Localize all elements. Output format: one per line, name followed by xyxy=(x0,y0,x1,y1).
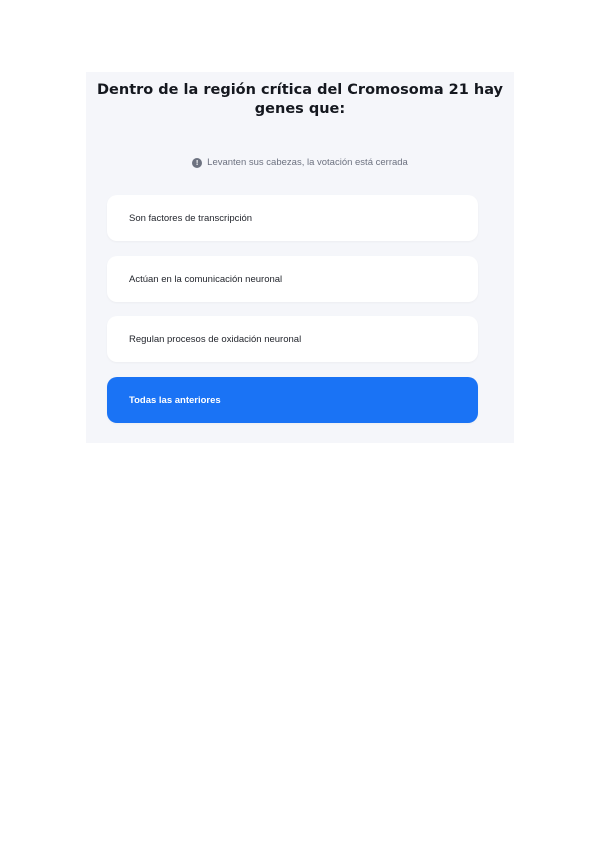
poll-option-2[interactable]: Actúan en la comunicación neuronal xyxy=(107,256,478,302)
poll-option-1[interactable]: Son factores de transcripción xyxy=(107,195,478,241)
poll-option-3[interactable]: Regulan procesos de oxidación neuronal xyxy=(107,316,478,362)
info-icon: ! xyxy=(192,157,203,168)
poll-option-label: Son factores de transcripción xyxy=(129,212,253,224)
poll-question: Dentro de la región crítica del Cromosom… xyxy=(97,82,503,117)
poll-status: ! Levanten sus cabezas, la votación está… xyxy=(86,157,514,168)
poll-option-label: Actúan en la comunicación neuronal xyxy=(129,273,283,285)
poll-option-4-selected[interactable]: Todas las anteriores xyxy=(107,377,478,423)
poll-card: Dentro de la región crítica del Cromosom… xyxy=(86,72,514,443)
poll-option-label: Todas las anteriores xyxy=(129,394,221,406)
poll-status-text: Levanten sus cabezas, la votación está c… xyxy=(207,157,408,168)
poll-option-label: Regulan procesos de oxidación neuronal xyxy=(129,333,302,345)
